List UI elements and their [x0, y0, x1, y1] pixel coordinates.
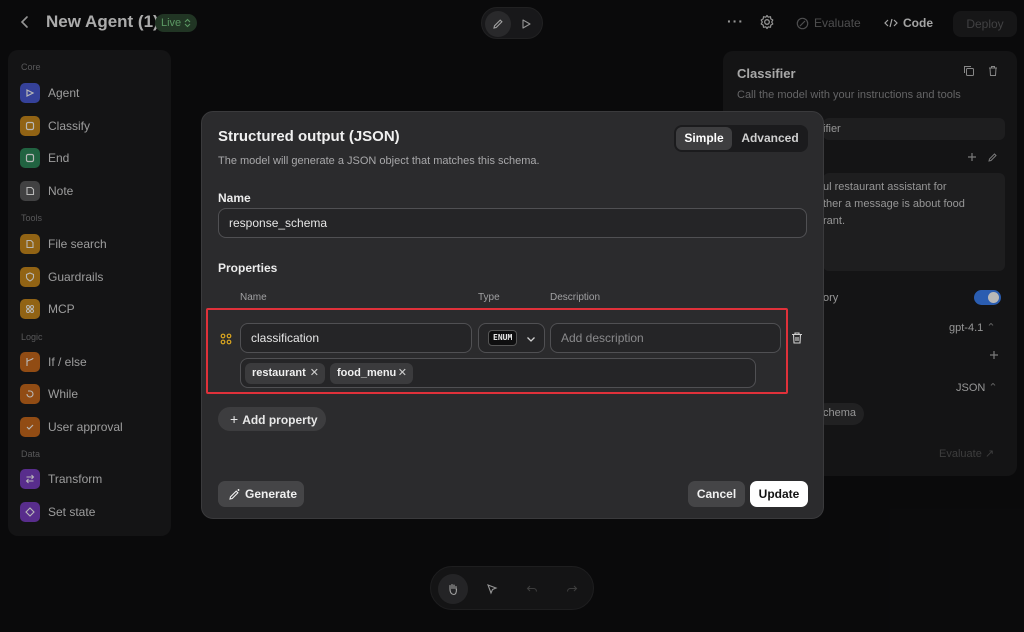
tab-advanced[interactable]: Advanced: [734, 127, 806, 150]
tab-simple[interactable]: Simple: [676, 127, 732, 150]
schema-name-input[interactable]: response_schema: [218, 208, 807, 238]
plus-icon: +: [230, 411, 239, 427]
drag-handle-icon: [220, 333, 232, 345]
generate-button[interactable]: Generate: [218, 481, 304, 507]
column-header-description: Description: [550, 292, 601, 303]
magic-pencil-icon: [229, 488, 240, 500]
cancel-button[interactable]: Cancel: [688, 481, 745, 507]
chevron-down-icon: [527, 337, 535, 342]
dialog-subtitle: The model will generate a JSON object th…: [218, 155, 540, 167]
dialog-title: Structured output (JSON): [218, 128, 400, 145]
property-name-input[interactable]: classification: [240, 323, 472, 353]
enum-values-input[interactable]: restaurant ✕ food_menu ✕: [240, 358, 756, 388]
enum-value-label: food_menu: [337, 367, 397, 379]
structured-output-dialog: Structured output (JSON) The model will …: [201, 111, 824, 519]
enum-value-chip: food_menu ✕: [330, 363, 413, 384]
generate-label: Generate: [245, 487, 298, 501]
add-property-button[interactable]: + Add property: [218, 407, 326, 431]
remove-chip-icon[interactable]: ✕: [398, 363, 407, 384]
enum-value-chip: restaurant ✕: [245, 363, 325, 384]
property-description-input[interactable]: Add description: [550, 323, 781, 353]
delete-property-button[interactable]: [790, 331, 804, 345]
name-label: Name: [218, 191, 251, 205]
add-property-label: Add property: [242, 413, 318, 427]
drag-handle[interactable]: [220, 333, 232, 345]
column-header-type: Type: [478, 292, 500, 303]
properties-label: Properties: [218, 261, 278, 275]
enum-value-label: restaurant: [252, 367, 306, 379]
column-header-name: Name: [240, 292, 267, 303]
type-badge: ENUM: [488, 330, 518, 346]
property-type-select[interactable]: ENUM: [478, 323, 545, 353]
remove-chip-icon[interactable]: ✕: [310, 363, 319, 384]
trash-icon: [792, 332, 802, 344]
update-button[interactable]: Update: [750, 481, 808, 507]
mode-segmented-control: Simple Advanced: [674, 125, 808, 152]
